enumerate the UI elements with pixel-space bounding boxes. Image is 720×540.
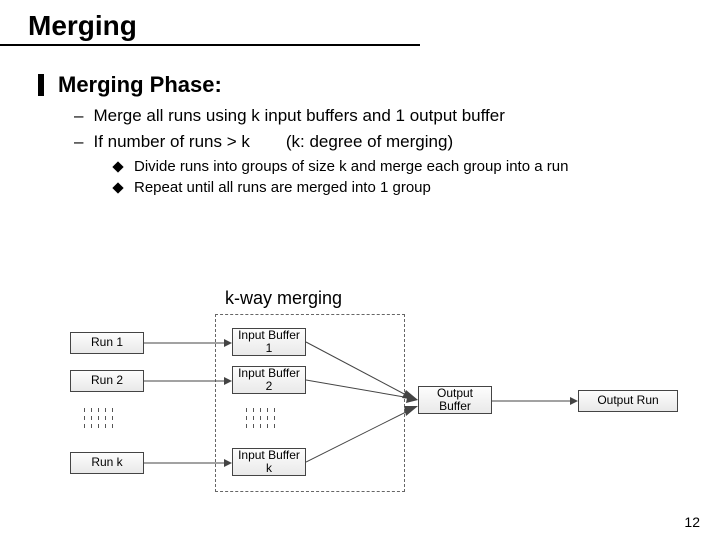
arrow-icon: [144, 456, 232, 470]
bullet-merge-all: Merge all runs using k input buffers and…: [93, 106, 504, 126]
box-output-buffer: Output Buffer: [418, 386, 492, 414]
box-ibk: Input Buffer k: [232, 448, 306, 476]
box-ib2: Input Buffer 2: [232, 366, 306, 394]
arrow-icon: [144, 336, 232, 350]
vdots-icon: [84, 406, 85, 430]
l1-text: Merging Phase:: [58, 72, 222, 98]
subbullet-divide: Divide runs into groups of size k and me…: [134, 158, 568, 175]
vdots-icon: [91, 406, 92, 430]
box-output-run: Output Run: [578, 390, 678, 412]
box-ib1: Input Buffer 1: [232, 328, 306, 356]
vdots-icon: [105, 406, 106, 430]
vdots-icon: [274, 406, 275, 430]
diamond-icon: [112, 182, 123, 193]
page-number: 12: [684, 514, 700, 530]
box-run2: Run 2: [70, 370, 144, 392]
vdots-icon: [267, 406, 268, 430]
subbullet-repeat: Repeat until all runs are merged into 1 …: [134, 179, 431, 196]
arrow-icon: [306, 372, 418, 408]
vdots-icon: [98, 406, 99, 430]
diamond-icon: [112, 161, 123, 172]
kway-label: k-way merging: [225, 288, 342, 309]
dash-icon: –: [74, 132, 83, 152]
box-runk: Run k: [70, 452, 144, 474]
vdots-icon: [253, 406, 254, 430]
dash-icon: –: [74, 106, 83, 126]
box-run1: Run 1: [70, 332, 144, 354]
diagram: Run 1 Run 2 Run k Input Buffer 1 Input B…: [30, 312, 690, 497]
l1-bullet-icon: [38, 74, 44, 96]
arrow-icon: [306, 404, 418, 468]
arrow-icon: [492, 394, 578, 408]
vdots-icon: [246, 406, 247, 430]
bullet-if-runs: If number of runs > k(k: degree of mergi…: [93, 132, 453, 152]
title-underline: [0, 44, 420, 46]
vdots-icon: [112, 406, 113, 430]
vdots-icon: [260, 406, 261, 430]
arrow-icon: [144, 374, 232, 388]
slide-title: Merging: [28, 10, 692, 42]
